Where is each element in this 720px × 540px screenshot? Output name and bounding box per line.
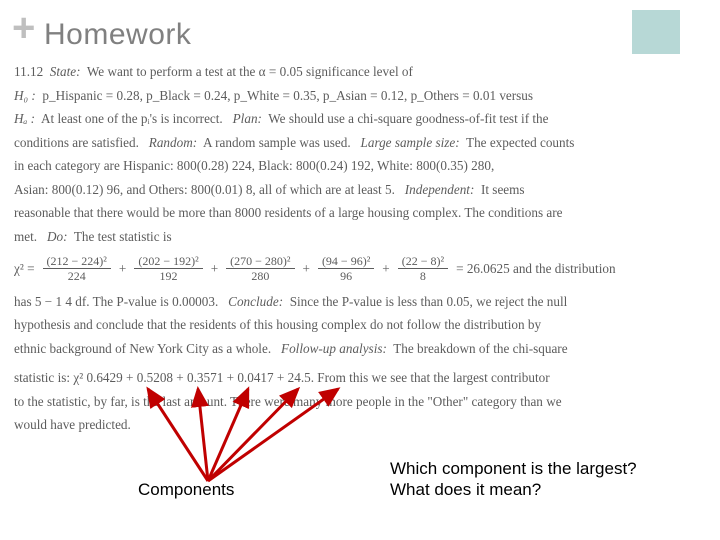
solution-body: 11.12 State: We want to perform a test a… <box>14 60 706 437</box>
state-label: State: <box>50 64 81 79</box>
followup-label: Follow-up analysis: <box>281 341 387 356</box>
conclude-text-2: hypothesis and conclude that the residen… <box>14 313 706 337</box>
followup-text: The breakdown of the chi-square <box>393 341 567 356</box>
components-label: Components <box>138 480 234 500</box>
frac-5: (22 − 8)²8 <box>398 254 448 284</box>
large-text: The expected counts <box>466 135 574 150</box>
independent-text-3: met. <box>14 229 37 244</box>
statistic-line-3: would have predicted. <box>14 413 706 437</box>
ha-label: Hₐ : <box>14 111 35 126</box>
do-text: The test statistic is <box>74 229 172 244</box>
random-text: A random sample was used. <box>203 135 351 150</box>
conditions-text: conditions are satisfied. <box>14 135 139 150</box>
random-label: Random: <box>149 135 197 150</box>
accent-box <box>632 10 680 54</box>
chi-result: = 26.0625 and the distribution <box>456 257 615 281</box>
independent-text-2: reasonable that there would be more than… <box>14 201 706 225</box>
frac-4: (94 − 96)²96 <box>318 254 374 284</box>
chi-lhs: χ² = <box>14 257 35 281</box>
h0-values: p_Hispanic = 0.28, p_Black = 0.24, p_Whi… <box>42 88 533 103</box>
plan-text: We should use a chi-square goodness-of-f… <box>268 111 548 126</box>
independent-text: It seems <box>481 182 525 197</box>
plan-label: Plan: <box>233 111 262 126</box>
expected-counts-1: in each category are Hispanic: 800(0.28)… <box>14 154 706 178</box>
frac-3: (270 − 280)²280 <box>226 254 294 284</box>
conclude-label: Conclude: <box>228 294 283 309</box>
do-label: Do: <box>47 229 68 244</box>
conclude-text: Since the P-value is less than 0.05, we … <box>290 294 568 309</box>
chi-square-formula: χ² = (212 − 224)²224 + (202 − 192)²192 +… <box>14 254 706 284</box>
page-title: Homework <box>44 18 191 52</box>
plus-icon: + <box>12 6 35 51</box>
h0-label: H₀ : <box>14 88 36 103</box>
independent-label: Independent: <box>405 182 475 197</box>
expected-counts-2: Asian: 800(0.12) 96, and Others: 800(0.0… <box>14 182 395 197</box>
statistic-line-2: to the statistic, by far, is the last am… <box>14 390 706 414</box>
df-text: has 5 − 1 4 df. The P-value is 0.00003. <box>14 294 218 309</box>
conclude-text-3: ethnic background of New York City as a … <box>14 341 271 356</box>
problem-number: 11.12 <box>14 64 43 79</box>
state-text: We want to perform a test at the α = 0.0… <box>87 64 413 79</box>
question-text: Which component is the largest? What doe… <box>390 458 637 501</box>
ha-text: At least one of the pᵢ's is incorrect. <box>41 111 223 126</box>
frac-2: (202 − 192)²192 <box>134 254 202 284</box>
large-label: Large sample size: <box>361 135 460 150</box>
statistic-breakdown: statistic is: χ² 0.6429 + 0.5208 + 0.357… <box>14 366 706 390</box>
frac-1: (212 − 224)²224 <box>43 254 111 284</box>
